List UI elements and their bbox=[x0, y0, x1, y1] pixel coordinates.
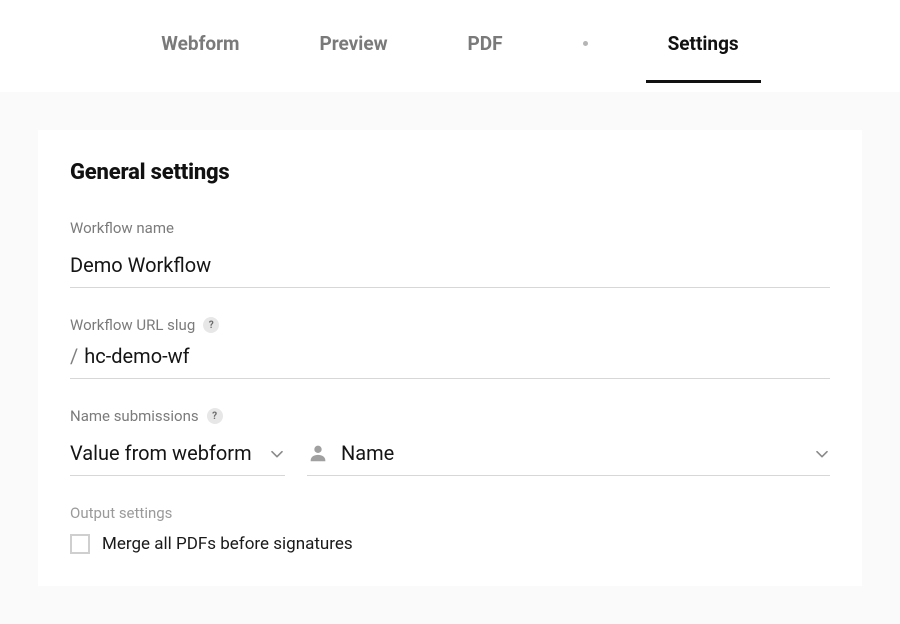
workflow-slug-label-text: Workflow URL slug bbox=[70, 316, 195, 334]
name-submissions-label-text: Name submissions bbox=[70, 407, 199, 425]
section-title: General settings bbox=[70, 160, 830, 185]
tab-webform[interactable]: Webform bbox=[161, 32, 239, 83]
tab-preview[interactable]: Preview bbox=[320, 32, 388, 83]
submission-field-value: Name bbox=[307, 441, 804, 465]
chevron-down-icon bbox=[271, 450, 283, 458]
merge-pdfs-label: Merge all PDFs before signatures bbox=[102, 534, 353, 554]
merge-pdfs-checkbox[interactable] bbox=[70, 534, 90, 554]
name-submissions-label: Name submissions ? bbox=[70, 407, 830, 425]
submission-source-select[interactable]: Value from webform bbox=[70, 435, 285, 476]
workflow-name-label: Workflow name bbox=[70, 219, 830, 237]
field-workflow-name: Workflow name bbox=[70, 219, 830, 288]
merge-pdfs-row: Merge all PDFs before signatures bbox=[70, 534, 830, 554]
workflow-slug-row: / bbox=[70, 344, 830, 379]
tab-settings[interactable]: Settings bbox=[668, 32, 739, 83]
field-workflow-slug: Workflow URL slug ? / bbox=[70, 316, 830, 379]
workflow-name-input[interactable] bbox=[70, 247, 830, 288]
person-icon bbox=[307, 442, 329, 464]
tab-pdf[interactable]: PDF bbox=[468, 32, 503, 83]
workflow-name-label-text: Workflow name bbox=[70, 219, 174, 237]
output-settings-label: Output settings bbox=[70, 504, 830, 522]
chevron-down-icon bbox=[816, 450, 828, 458]
workflow-slug-input[interactable] bbox=[84, 344, 830, 368]
help-icon[interactable]: ? bbox=[203, 317, 219, 333]
submission-source-value: Value from webform bbox=[70, 441, 259, 465]
submission-field-text: Name bbox=[341, 441, 394, 465]
field-name-submissions: Name submissions ? Value from webform Na… bbox=[70, 407, 830, 476]
name-submissions-selects: Value from webform Name bbox=[70, 435, 830, 476]
general-settings-card: General settings Workflow name Workflow … bbox=[38, 130, 862, 586]
submission-field-select[interactable]: Name bbox=[307, 435, 830, 476]
tab-indicator-dot bbox=[583, 41, 588, 46]
field-output-settings: Output settings Merge all PDFs before si… bbox=[70, 504, 830, 554]
page-body: General settings Workflow name Workflow … bbox=[0, 92, 900, 624]
workflow-slug-label: Workflow URL slug ? bbox=[70, 316, 830, 334]
slug-prefix: / bbox=[70, 344, 78, 368]
tabs-bar: Webform Preview PDF Settings bbox=[0, 0, 900, 92]
help-icon[interactable]: ? bbox=[207, 408, 223, 424]
